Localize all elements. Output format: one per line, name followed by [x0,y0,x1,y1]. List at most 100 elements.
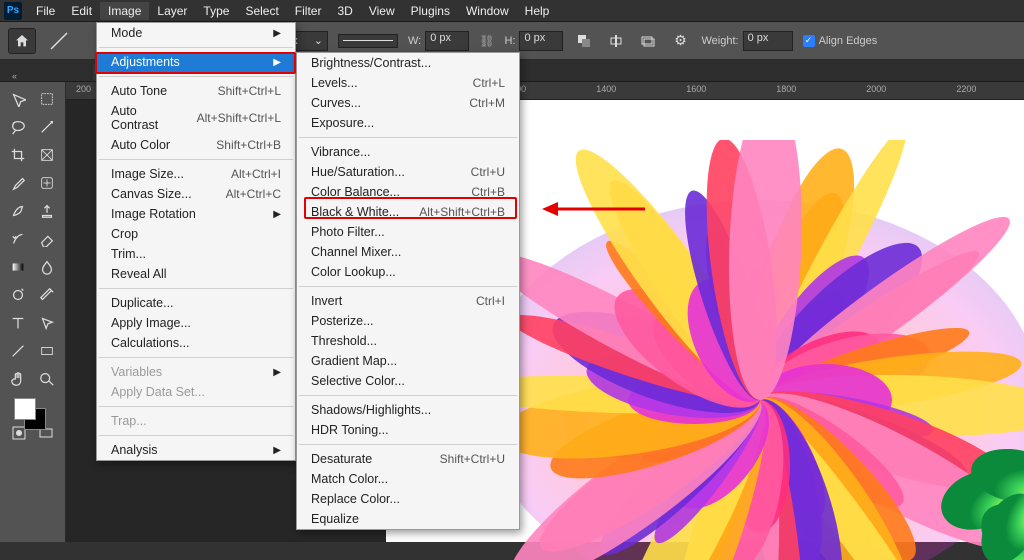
color-swatches[interactable] [4,394,61,440]
menubar-item-select[interactable]: Select [237,2,286,20]
image-menu-reveal-all[interactable]: Reveal All [97,264,295,284]
tool-line[interactable] [4,338,32,364]
home-button[interactable] [8,28,36,54]
adjust-menu-match-color[interactable]: Match Color... [297,469,519,489]
image-menu-image-size[interactable]: Image Size...Alt+Ctrl+I [97,164,295,184]
menubar-item-layer[interactable]: Layer [149,2,195,20]
menu-separator [99,47,293,48]
tool-history-brush[interactable] [4,226,32,252]
image-menu-apply-image[interactable]: Apply Image... [97,313,295,333]
align-edges-field[interactable]: ✓ Align Edges [803,35,878,47]
adjust-menu-channel-mixer[interactable]: Channel Mixer... [297,242,519,262]
menubar-item-edit[interactable]: Edit [63,2,100,20]
image-menu-auto-color[interactable]: Auto ColorShift+Ctrl+B [97,135,295,155]
tool-clone[interactable] [34,198,62,224]
menu-item-label: Match Color... [311,472,388,486]
menu-item-label: Posterize... [311,314,374,328]
width-input[interactable]: 0 px [425,31,469,51]
adjust-menu-photo-filter[interactable]: Photo Filter... [297,222,519,242]
adjust-menu-replace-color[interactable]: Replace Color... [297,489,519,509]
stroke-style-preview[interactable] [338,34,398,48]
adjust-menu-hdr-toning[interactable]: HDR Toning... [297,420,519,440]
height-input[interactable]: 0 px [519,31,563,51]
tool-healing[interactable] [34,170,62,196]
adjust-menu-desaturate[interactable]: Desaturate Shift+Ctrl+U [297,449,519,469]
image-menu-duplicate[interactable]: Duplicate... [97,293,295,313]
tool-blur[interactable] [34,254,62,280]
adjust-menu-equalize[interactable]: Equalize [297,509,519,529]
image-menu-image-rotation[interactable]: Image Rotation▶ [97,204,295,224]
tool-gradient[interactable] [4,254,32,280]
adjust-menu-levels[interactable]: Levels...Ctrl+L [297,73,519,93]
tool-path-select[interactable] [34,310,62,336]
adjust-menu-exposure[interactable]: Exposure... [297,113,519,133]
adjust-menu-posterize[interactable]: Posterize... [297,311,519,331]
image-menu-auto-contrast[interactable]: Auto ContrastAlt+Shift+Ctrl+L [97,101,295,135]
image-menu-trim[interactable]: Trim... [97,244,295,264]
tool-crop[interactable] [4,142,32,168]
path-ops-icon[interactable] [573,30,595,52]
tab-overflow-icon[interactable]: « [6,71,23,81]
menubar-item-help[interactable]: Help [517,2,558,20]
tool-hand[interactable] [4,366,32,392]
adjust-menu-invert[interactable]: InvertCtrl+I [297,291,519,311]
align-edges-checkbox[interactable]: ✓ [803,35,815,47]
adjust-menu-gradient-map[interactable]: Gradient Map... [297,351,519,371]
menubar-item-type[interactable]: Type [195,2,237,20]
adjust-menu-color-lookup[interactable]: Color Lookup... [297,262,519,282]
weight-input[interactable]: 0 px [743,31,793,51]
tool-lasso[interactable] [4,114,32,140]
menu-separator [299,137,517,138]
gear-icon-wrap[interactable]: ⚙ [669,30,691,52]
tool-marquee[interactable] [34,86,62,112]
adjust-menu-black-white[interactable]: Black & White...Alt+Shift+Ctrl+B [297,202,519,222]
tool-pen[interactable] [34,282,62,308]
image-menu-adjustments[interactable]: Adjustments▶ [97,52,295,72]
adjust-menu-color-balance[interactable]: Color Balance...Ctrl+B [297,182,519,202]
tool-eyedropper[interactable] [4,170,32,196]
tool-dodge[interactable] [4,282,32,308]
adjust-menu-selective-color[interactable]: Selective Color... [297,371,519,391]
foreground-swatch[interactable] [14,398,36,420]
adjust-menu-brightness-contrast[interactable]: Brightness/Contrast... [297,53,519,73]
menubar-item-image[interactable]: Image [100,2,149,20]
adjust-menu-vibrance[interactable]: Vibrance... [297,142,519,162]
image-menu-calculations[interactable]: Calculations... [97,333,295,353]
image-menu-crop[interactable]: Crop [97,224,295,244]
menu-item-label: Gradient Map... [311,354,397,368]
menu-item-shortcut: Shift+Ctrl+U [420,452,505,466]
menu-item-label: Calculations... [111,336,190,350]
healing-icon [39,175,55,191]
adjust-menu-shadows-highlights[interactable]: Shadows/Highlights... [297,400,519,420]
image-menu-mode[interactable]: Mode▶ [97,23,295,43]
menubar-item-plugins[interactable]: Plugins [403,2,458,20]
arrange-icon[interactable] [637,30,659,52]
menu-item-label: Desaturate [311,452,372,466]
tool-frame[interactable] [34,142,62,168]
adjust-menu-hue-saturation[interactable]: Hue/Saturation...Ctrl+U [297,162,519,182]
image-menu-analysis[interactable]: Analysis▶ [97,440,295,460]
menu-item-label: HDR Toning... [311,423,389,437]
menubar-item-filter[interactable]: Filter [287,2,330,20]
adjust-menu-curves[interactable]: Curves...Ctrl+M [297,93,519,113]
adjust-menu-threshold[interactable]: Threshold... [297,331,519,351]
tool-preset-line[interactable] [46,28,72,54]
tool-brush[interactable] [4,198,32,224]
menubar-item-window[interactable]: Window [458,2,517,20]
tool-wand[interactable] [34,114,62,140]
tool-zoom[interactable] [34,366,62,392]
menubar-item-3d[interactable]: 3D [329,2,360,20]
tool-eraser[interactable] [34,226,62,252]
image-menu-auto-tone[interactable]: Auto ToneShift+Ctrl+L [97,81,295,101]
crop-icon [10,147,26,163]
align-icon[interactable] [605,30,627,52]
menubar-item-file[interactable]: File [28,2,63,20]
tool-type[interactable] [4,310,32,336]
image-menu-canvas-size[interactable]: Canvas Size...Alt+Ctrl+C [97,184,295,204]
menu-item-label: Reveal All [111,267,167,281]
link-wh-icon[interactable]: ⛓ [479,34,494,48]
menubar-item-view[interactable]: View [361,2,403,20]
align-center-icon [609,34,623,48]
tool-move[interactable] [4,86,32,112]
tool-rectangle[interactable] [34,338,62,364]
